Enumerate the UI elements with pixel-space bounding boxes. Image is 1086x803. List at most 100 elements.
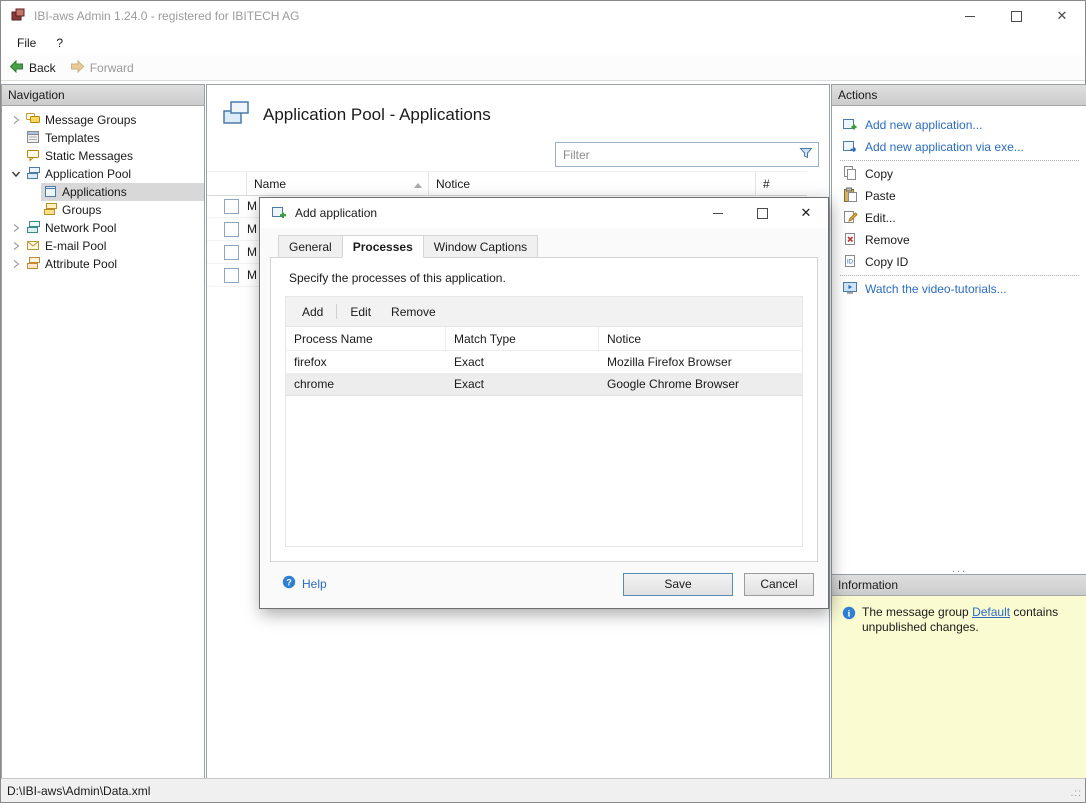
processes-table-container: Add Edit Remove Process Name Match Type …: [285, 296, 803, 547]
cancel-button[interactable]: Cancel: [744, 573, 814, 596]
process-add-button[interactable]: Add: [292, 301, 333, 323]
close-icon: ✕: [801, 205, 812, 221]
save-button[interactable]: Save: [623, 573, 733, 596]
window-controls: ✕: [947, 1, 1085, 31]
action-watch-video-tutorials[interactable]: Watch the video-tutorials...: [832, 278, 1086, 300]
process-row-chrome[interactable]: chrome Exact Google Chrome Browser: [286, 373, 802, 396]
process-row-firefox[interactable]: firefox Exact Mozilla Firefox Browser: [286, 351, 802, 373]
edit-icon: [842, 209, 858, 228]
static-messages-icon: [26, 148, 40, 165]
column-notice[interactable]: Notice: [429, 172, 756, 195]
default-message-group-link[interactable]: Default: [972, 605, 1010, 619]
action-label: Copy: [865, 167, 893, 181]
column-match-type-label: Match Type: [454, 332, 516, 346]
tab-window-captions[interactable]: Window Captions: [423, 235, 538, 258]
process-edit-button[interactable]: Edit: [340, 301, 381, 323]
chevron-right-icon[interactable]: [7, 241, 24, 251]
nav-label: Templates: [45, 131, 100, 145]
row-checkbox[interactable]: [224, 245, 239, 260]
video-tutorials-icon: [842, 280, 858, 299]
menu-help[interactable]: ?: [46, 33, 73, 53]
back-arrow-icon: [9, 60, 24, 76]
actions-panel: Actions Add new application... Add new a…: [831, 84, 1086, 576]
row-name: M: [247, 245, 257, 259]
chevron-down-icon[interactable]: [7, 169, 24, 179]
row-checkbox[interactable]: [224, 199, 239, 214]
actions-divider: [840, 275, 1079, 276]
statusbar: D:\IBI-aws\Admin\Data.xml .::: [1, 778, 1085, 802]
navigation-tree: Message Groups Templates Static Messages: [2, 106, 204, 273]
copy-id-icon: ID: [842, 253, 858, 272]
maximize-icon: [757, 208, 768, 219]
nav-label: Applications: [62, 185, 127, 199]
tab-general[interactable]: General: [278, 235, 343, 258]
action-copy-id[interactable]: ID Copy ID: [832, 251, 1086, 273]
column-count[interactable]: #: [756, 172, 807, 195]
email-pool-icon: [26, 238, 40, 255]
toolbar-separator: [336, 304, 337, 319]
menu-file[interactable]: File: [7, 33, 46, 53]
forward-button[interactable]: Forward: [66, 58, 142, 78]
column-name[interactable]: Name: [247, 172, 429, 195]
copy-icon: [842, 165, 858, 184]
back-button[interactable]: Back: [5, 58, 64, 78]
information-header: Information: [832, 575, 1086, 596]
tab-processes[interactable]: Processes: [342, 235, 424, 258]
nav-label: Application Pool: [45, 167, 131, 181]
process-name-cell: firefox: [294, 355, 327, 369]
help-link[interactable]: ? Help: [282, 575, 327, 592]
action-add-new-application-via-exe[interactable]: Add new application via exe...: [832, 136, 1086, 158]
nav-item-groups[interactable]: Groups: [2, 201, 204, 219]
notice-cell: Mozilla Firefox Browser: [607, 355, 732, 369]
column-process-notice[interactable]: Notice: [599, 327, 802, 350]
action-label: Edit...: [865, 211, 896, 225]
action-paste[interactable]: Paste: [832, 185, 1086, 207]
nav-item-message-groups[interactable]: Message Groups: [2, 111, 204, 129]
nav-item-email-pool[interactable]: E-mail Pool: [2, 237, 204, 255]
chevron-right-icon[interactable]: [7, 115, 24, 125]
action-remove[interactable]: Remove: [832, 229, 1086, 251]
minimize-button[interactable]: [947, 1, 993, 31]
nav-item-network-pool[interactable]: Network Pool: [2, 219, 204, 237]
filter-funnel-icon[interactable]: [799, 146, 813, 163]
column-match-type[interactable]: Match Type: [446, 327, 599, 350]
nav-item-attribute-pool[interactable]: Attribute Pool: [2, 255, 204, 273]
attribute-pool-icon: [26, 256, 40, 273]
nav-label: Groups: [62, 203, 101, 217]
action-edit[interactable]: Edit...: [832, 207, 1086, 229]
column-process-name[interactable]: Process Name: [286, 327, 446, 350]
nav-item-static-messages[interactable]: Static Messages: [2, 147, 204, 165]
action-label: Add new application via exe...: [865, 140, 1024, 154]
dialog-maximize-button[interactable]: [740, 198, 784, 228]
svg-text:?: ?: [286, 577, 292, 587]
process-remove-button[interactable]: Remove: [381, 301, 446, 323]
chevron-right-icon[interactable]: [7, 223, 24, 233]
paste-icon: [842, 187, 858, 206]
row-checkbox[interactable]: [224, 222, 239, 237]
nav-item-templates[interactable]: Templates: [2, 129, 204, 147]
close-button[interactable]: ✕: [1039, 1, 1085, 31]
action-copy[interactable]: Copy: [832, 163, 1086, 185]
nav-item-applications[interactable]: Applications: [2, 183, 204, 201]
chevron-right-icon[interactable]: [7, 259, 24, 269]
applications-list-header: Name Notice #: [207, 171, 807, 196]
dialog-close-button[interactable]: ✕: [784, 198, 828, 228]
information-panel: Information i The message group Default …: [831, 574, 1086, 779]
resize-grip[interactable]: .::: [1071, 788, 1082, 799]
filter-input[interactable]: [561, 147, 799, 163]
minimize-icon: [965, 16, 975, 17]
nav-item-application-pool[interactable]: Application Pool: [2, 165, 204, 183]
forward-arrow-icon: [70, 60, 85, 76]
window-title: IBI-aws Admin 1.24.0 - registered for IB…: [34, 9, 299, 23]
dialog-tabs: General Processes Window Captions: [278, 235, 537, 258]
maximize-button[interactable]: [993, 1, 1039, 31]
processes-tab-page: Specify the processes of this applicatio…: [270, 257, 818, 562]
action-add-new-application[interactable]: Add new application...: [832, 114, 1086, 136]
panel-splitter-handle[interactable]: ...: [832, 564, 1086, 574]
row-checkbox[interactable]: [224, 268, 239, 283]
dialog-minimize-button[interactable]: [696, 198, 740, 228]
forward-label: Forward: [90, 61, 134, 75]
nav-label: Network Pool: [45, 221, 116, 235]
menubar: File ?: [1, 31, 1085, 55]
action-label: Add new application...: [865, 118, 982, 132]
